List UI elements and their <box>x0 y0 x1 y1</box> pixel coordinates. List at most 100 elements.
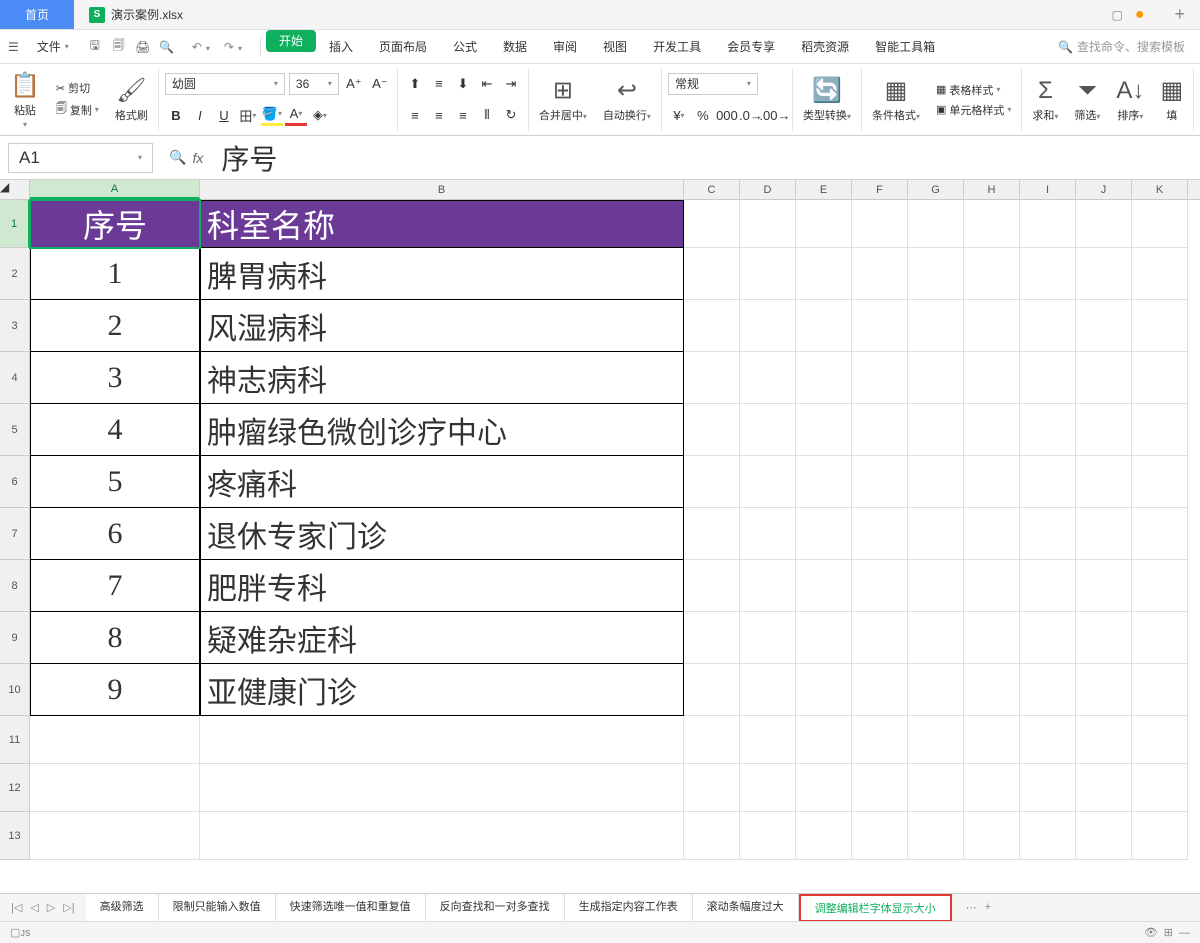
cell[interactable] <box>1076 560 1132 612</box>
cell[interactable] <box>796 404 852 456</box>
column-header[interactable]: F <box>852 180 908 199</box>
table-header-cell[interactable]: 科室名称 <box>200 200 684 248</box>
sheet-tab[interactable]: 生成指定内容工作表 <box>565 894 693 922</box>
align-center-icon[interactable]: ≡ <box>428 104 450 126</box>
cell[interactable] <box>852 716 908 764</box>
spreadsheet-grid[interactable]: ◢ ABCDEFGHIJK 12345678910111213 序号科室名称1脾… <box>0 180 1200 860</box>
cell[interactable] <box>964 664 1020 716</box>
cell[interactable] <box>852 560 908 612</box>
cell[interactable] <box>1132 664 1188 716</box>
fill-button[interactable]: ▦填 <box>1156 74 1187 125</box>
cell[interactable] <box>908 612 964 664</box>
row-header[interactable]: 10 <box>0 664 30 716</box>
cells-area[interactable]: 序号科室名称1脾胃病科2风湿病科3神志病科4肿瘤绿色微创诊疗中心5疼痛科6退休专… <box>30 200 1200 860</box>
sort-button[interactable]: A↓排序▾ <box>1112 75 1148 125</box>
cell[interactable] <box>796 248 852 300</box>
row-header[interactable]: 13 <box>0 812 30 860</box>
align-right-icon[interactable]: ≡ <box>452 104 474 126</box>
cell[interactable] <box>852 248 908 300</box>
cell[interactable] <box>740 404 796 456</box>
cell[interactable]: 4 <box>30 404 200 456</box>
print-icon[interactable]: 🖨 <box>132 36 154 58</box>
cell[interactable] <box>1132 200 1188 248</box>
cell[interactable] <box>1132 716 1188 764</box>
cell[interactable] <box>740 716 796 764</box>
increase-font-icon[interactable]: A⁺ <box>343 73 365 95</box>
row-header[interactable]: 12 <box>0 764 30 812</box>
cell[interactable] <box>1132 404 1188 456</box>
cell[interactable]: 3 <box>30 352 200 404</box>
preview-icon[interactable]: 🔍 <box>156 36 178 58</box>
column-header[interactable]: H <box>964 180 1020 199</box>
zoom-icon[interactable]: 🔍 <box>169 149 186 166</box>
cell[interactable]: 9 <box>30 664 200 716</box>
cell[interactable] <box>908 248 964 300</box>
cell[interactable] <box>684 352 740 404</box>
cell[interactable]: 5 <box>30 456 200 508</box>
row-header[interactable]: 7 <box>0 508 30 560</box>
cell[interactable] <box>796 716 852 764</box>
cell[interactable]: 神志病科 <box>200 352 684 404</box>
row-header[interactable]: 2 <box>0 248 30 300</box>
cell[interactable] <box>684 612 740 664</box>
more-sheets-icon[interactable]: ⋯ <box>966 901 977 914</box>
font-color-button[interactable]: A▾ <box>285 104 307 126</box>
comma-icon[interactable]: 000 <box>716 104 738 126</box>
cell[interactable] <box>964 200 1020 248</box>
prev-sheet-icon[interactable]: ◁ <box>27 901 41 914</box>
cell[interactable] <box>852 352 908 404</box>
cell[interactable] <box>796 352 852 404</box>
cell[interactable] <box>908 456 964 508</box>
cell[interactable] <box>908 716 964 764</box>
cell[interactable]: 退休专家门诊 <box>200 508 684 560</box>
ribbon-tab[interactable]: 开发工具 <box>640 30 714 64</box>
fill-color-button[interactable]: 🪣▾ <box>261 104 283 126</box>
cell[interactable] <box>684 716 740 764</box>
cell[interactable] <box>1132 764 1188 812</box>
cell[interactable]: 1 <box>30 248 200 300</box>
paste-button[interactable]: 📋粘贴▾ <box>6 69 44 131</box>
table-header-cell[interactable]: 序号 <box>30 200 200 248</box>
cell[interactable] <box>684 812 740 860</box>
cell[interactable] <box>852 456 908 508</box>
cell[interactable] <box>796 560 852 612</box>
ribbon-tab[interactable]: 开始 <box>266 30 316 52</box>
cell[interactable] <box>852 300 908 352</box>
cell[interactable] <box>964 812 1020 860</box>
column-header[interactable]: E <box>796 180 852 199</box>
name-box[interactable]: A1▾ <box>8 143 153 173</box>
undo-button[interactable]: ↶▾ <box>188 40 218 54</box>
sheet-tab[interactable]: 滚动条幅度过大 <box>693 894 799 922</box>
cell[interactable] <box>740 560 796 612</box>
decrease-decimal-icon[interactable]: .00→ <box>764 104 786 126</box>
row-header[interactable]: 1 <box>0 200 30 248</box>
sheet-tab[interactable]: 限制只能输入数值 <box>159 894 276 922</box>
cell[interactable] <box>1020 456 1076 508</box>
sheet-tab[interactable]: 调整编辑栏字体显示大小 <box>799 894 952 922</box>
cell[interactable] <box>30 812 200 860</box>
cell[interactable]: 8 <box>30 612 200 664</box>
cell[interactable] <box>1076 352 1132 404</box>
conditional-format-button[interactable]: ▦条件格式▾ <box>868 74 924 125</box>
file-tab[interactable]: S 演示案例.xlsx <box>74 0 198 29</box>
cell[interactable] <box>852 812 908 860</box>
cell[interactable] <box>852 200 908 248</box>
cut-button[interactable]: ✂剪切 <box>52 78 103 98</box>
sheet-tab[interactable]: 高级筛选 <box>86 894 159 922</box>
cell[interactable] <box>684 508 740 560</box>
ribbon-tab[interactable]: 智能工具箱 <box>862 30 948 64</box>
ribbon-tab[interactable]: 视图 <box>590 30 640 64</box>
cell[interactable] <box>908 560 964 612</box>
cell[interactable] <box>684 200 740 248</box>
cell[interactable] <box>740 248 796 300</box>
cell[interactable]: 2 <box>30 300 200 352</box>
cell[interactable] <box>796 200 852 248</box>
cell-style-button[interactable]: ▣单元格样式▾ <box>932 100 1015 120</box>
row-header[interactable]: 3 <box>0 300 30 352</box>
last-sheet-icon[interactable]: ▷| <box>60 901 77 914</box>
cell[interactable] <box>1132 248 1188 300</box>
cell[interactable]: 风湿病科 <box>200 300 684 352</box>
cell[interactable] <box>1132 352 1188 404</box>
text-effects-button[interactable]: ◈▾ <box>309 104 331 126</box>
home-tab[interactable]: 首页 <box>0 0 74 29</box>
